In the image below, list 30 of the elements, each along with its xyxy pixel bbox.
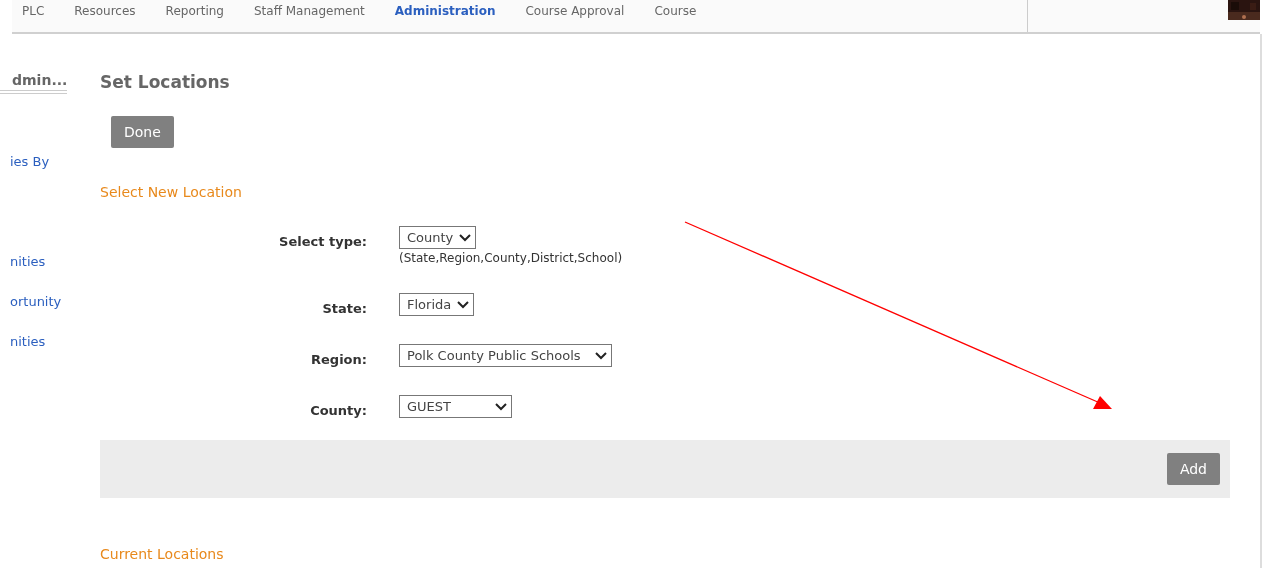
field-label: Select type: xyxy=(278,233,367,249)
nav-tab[interactable]: Course Approval xyxy=(525,4,625,18)
sidebar-link[interactable]: ies By xyxy=(0,154,65,169)
dropdown[interactable]: Florida xyxy=(399,293,475,316)
field-label: State: xyxy=(321,300,367,316)
chevron-down-icon xyxy=(495,402,507,411)
field-label: Region: xyxy=(310,351,367,367)
field-label: County: xyxy=(309,402,367,418)
done-button[interactable]: Done xyxy=(111,116,174,148)
sidebar-link[interactable]: nities xyxy=(0,334,65,349)
nav-tab[interactable]: Resources xyxy=(74,4,136,18)
sidebar-title: dmin... xyxy=(0,72,68,94)
section-title: Current Locations xyxy=(100,546,225,562)
sidebar-link[interactable]: nities xyxy=(0,254,65,269)
nav-tab[interactable]: Reporting xyxy=(165,4,224,18)
chevron-down-icon xyxy=(459,233,472,242)
dropdown[interactable]: GUEST xyxy=(399,395,512,418)
chevron-down-icon xyxy=(595,351,607,360)
sidebar-link[interactable]: ortunity xyxy=(0,294,65,309)
nav-tab[interactable]: Administration xyxy=(394,4,496,18)
add-button[interactable]: Add xyxy=(1166,453,1220,485)
nav-tab[interactable]: PLC xyxy=(22,4,45,18)
field-hint: (State,Region,County,District,School) xyxy=(399,251,623,265)
section-title: Select New Location xyxy=(100,184,243,200)
dropdown[interactable]: County xyxy=(399,226,477,249)
dropdown[interactable]: Polk County Public Schools xyxy=(399,344,612,367)
page-title: Set Locations xyxy=(100,72,231,92)
nav-tab[interactable]: Staff Management xyxy=(253,4,365,18)
chevron-down-icon xyxy=(457,300,470,309)
nav-tab[interactable]: Course xyxy=(654,4,697,18)
